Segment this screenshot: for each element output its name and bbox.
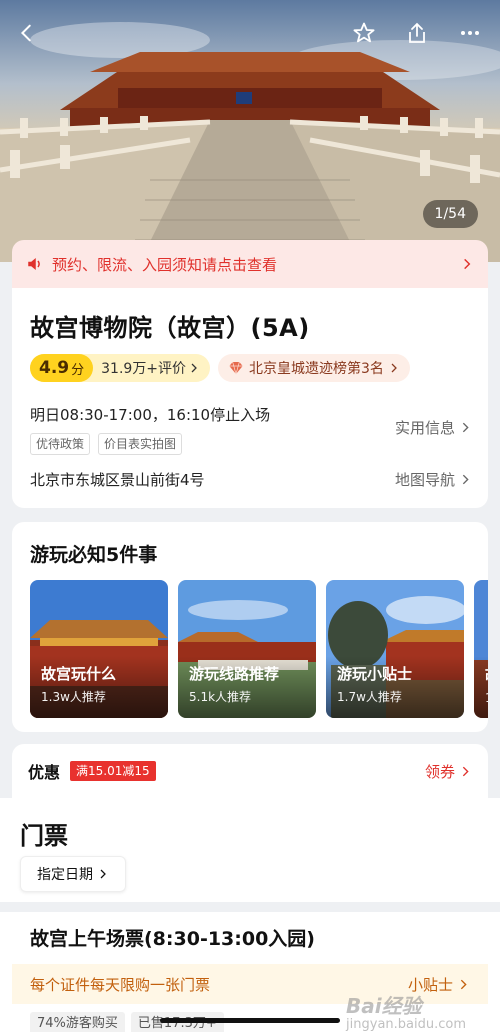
chevron-right-icon: [462, 422, 469, 433]
tile-subtitle: 5.1k人推荐: [189, 690, 252, 704]
tile-title: 故: [485, 663, 488, 684]
discount-label: 优惠: [28, 763, 61, 782]
home-indicator: [160, 1018, 340, 1023]
ticket-title: 故宫上午场票(8:30-13:00入园): [30, 928, 315, 950]
photo-counter: 1/54: [422, 200, 478, 228]
select-date-button[interactable]: 指定日期: [20, 856, 126, 892]
tickets-heading: 门票: [20, 822, 68, 850]
tile-title: 游玩小贴士: [337, 665, 413, 683]
tile-subtitle: 1.3w人推荐: [41, 690, 106, 704]
tile-tips[interactable]: 游玩小贴士 1.7w人推荐: [326, 580, 464, 718]
score-value: 4.9: [39, 358, 70, 378]
more-icon: [461, 31, 479, 35]
tile-title: 故宫玩什么: [41, 665, 117, 683]
tag-discount-policy[interactable]: 优待政策: [30, 433, 91, 455]
select-date-label: 指定日期: [37, 867, 93, 883]
practical-info-link[interactable]: 实用信息: [395, 417, 472, 438]
poi-info-card: 故宫博物院（故宫）(5A) 4.9 分 31.9万+评价 北京皇城遗迹榜第3名 …: [12, 288, 488, 508]
chevron-right-icon: [462, 766, 469, 776]
notice-bar[interactable]: 预约、限流、入园须知请点击查看: [12, 240, 488, 288]
tag-price-photo[interactable]: 价目表实拍图: [98, 433, 183, 455]
coupon-badge: 满15.01减15: [70, 761, 156, 781]
diamond-icon: [228, 361, 244, 375]
opening-hours: 明日08:30-17:00，16:10停止入场: [30, 406, 271, 424]
hero-photo[interactable]: 1/54: [0, 0, 500, 262]
favorite-button[interactable]: [349, 18, 379, 48]
chevron-left-icon: [20, 24, 31, 42]
tile-route[interactable]: 游玩线路推荐 5.1k人推荐: [178, 580, 316, 718]
discount-row[interactable]: 优惠 满15.01减15 领券: [12, 744, 488, 798]
rank-pill[interactable]: 北京皇城遗迹榜第3名: [218, 354, 410, 382]
watermark: Bai经验 jingyan.baidu.com: [346, 990, 466, 1032]
tile-subtitle: 1.7w人推荐: [337, 690, 402, 704]
notice-text: 预约、限流、入园须知请点击查看: [52, 255, 278, 274]
map-nav-label: 地图导航: [394, 471, 455, 489]
purchase-limit-text: 每个证件每天限购一张门票: [30, 975, 211, 994]
score-badge: 4.9 分: [30, 354, 94, 382]
section-title: 游玩必知5件事: [30, 544, 158, 566]
tile-what-to-do[interactable]: 故宫玩什么 1.3w人推荐: [30, 580, 168, 718]
policy-tags: 优待政策 价目表实拍图: [30, 433, 183, 455]
rank-text: 北京皇城遗迹榜第3名: [249, 361, 384, 377]
share-button[interactable]: [402, 18, 432, 48]
chevron-right-icon: [460, 979, 467, 989]
chevron-right-icon: [391, 363, 397, 373]
must-know-section: 游玩必知5件事 故宫玩什么 1.3w人推荐 游玩线路推荐 5.1k人推荐 游玩小…: [12, 522, 488, 732]
get-coupon-link[interactable]: 领券: [425, 761, 472, 782]
tile-subtitle: 1.: [485, 691, 488, 705]
page-title: 故宫博物院（故宫）(5A): [30, 314, 310, 342]
address: 北京市东城区景山前街4号: [30, 471, 205, 489]
star-icon: [353, 22, 375, 43]
share-icon: [409, 22, 425, 43]
score-unit: 分: [71, 362, 85, 378]
rating-pill[interactable]: 4.9 分 31.9万+评价: [30, 354, 211, 382]
chevron-right-icon: [100, 869, 106, 879]
map-navigation-link[interactable]: 地图导航: [395, 469, 472, 490]
get-coupon-label: 领券: [424, 762, 455, 781]
buy-rate-badge: 74%游客购买: [30, 1012, 125, 1032]
tile-title: 游玩线路推荐: [189, 665, 280, 683]
practical-info-label: 实用信息: [394, 419, 455, 437]
speaker-icon: [26, 255, 44, 273]
back-button[interactable]: [12, 18, 42, 48]
chevron-right-icon: [464, 258, 471, 270]
tile-more[interactable]: 故 1.: [474, 580, 488, 718]
watermark-text: Bai经验: [346, 994, 422, 1018]
watermark-sub: jingyan.baidu.com: [346, 1017, 466, 1032]
review-count: 31.9万+评价: [101, 361, 187, 377]
chevron-right-icon: [462, 474, 469, 485]
chevron-right-icon: [191, 363, 197, 373]
more-button[interactable]: [455, 18, 485, 48]
